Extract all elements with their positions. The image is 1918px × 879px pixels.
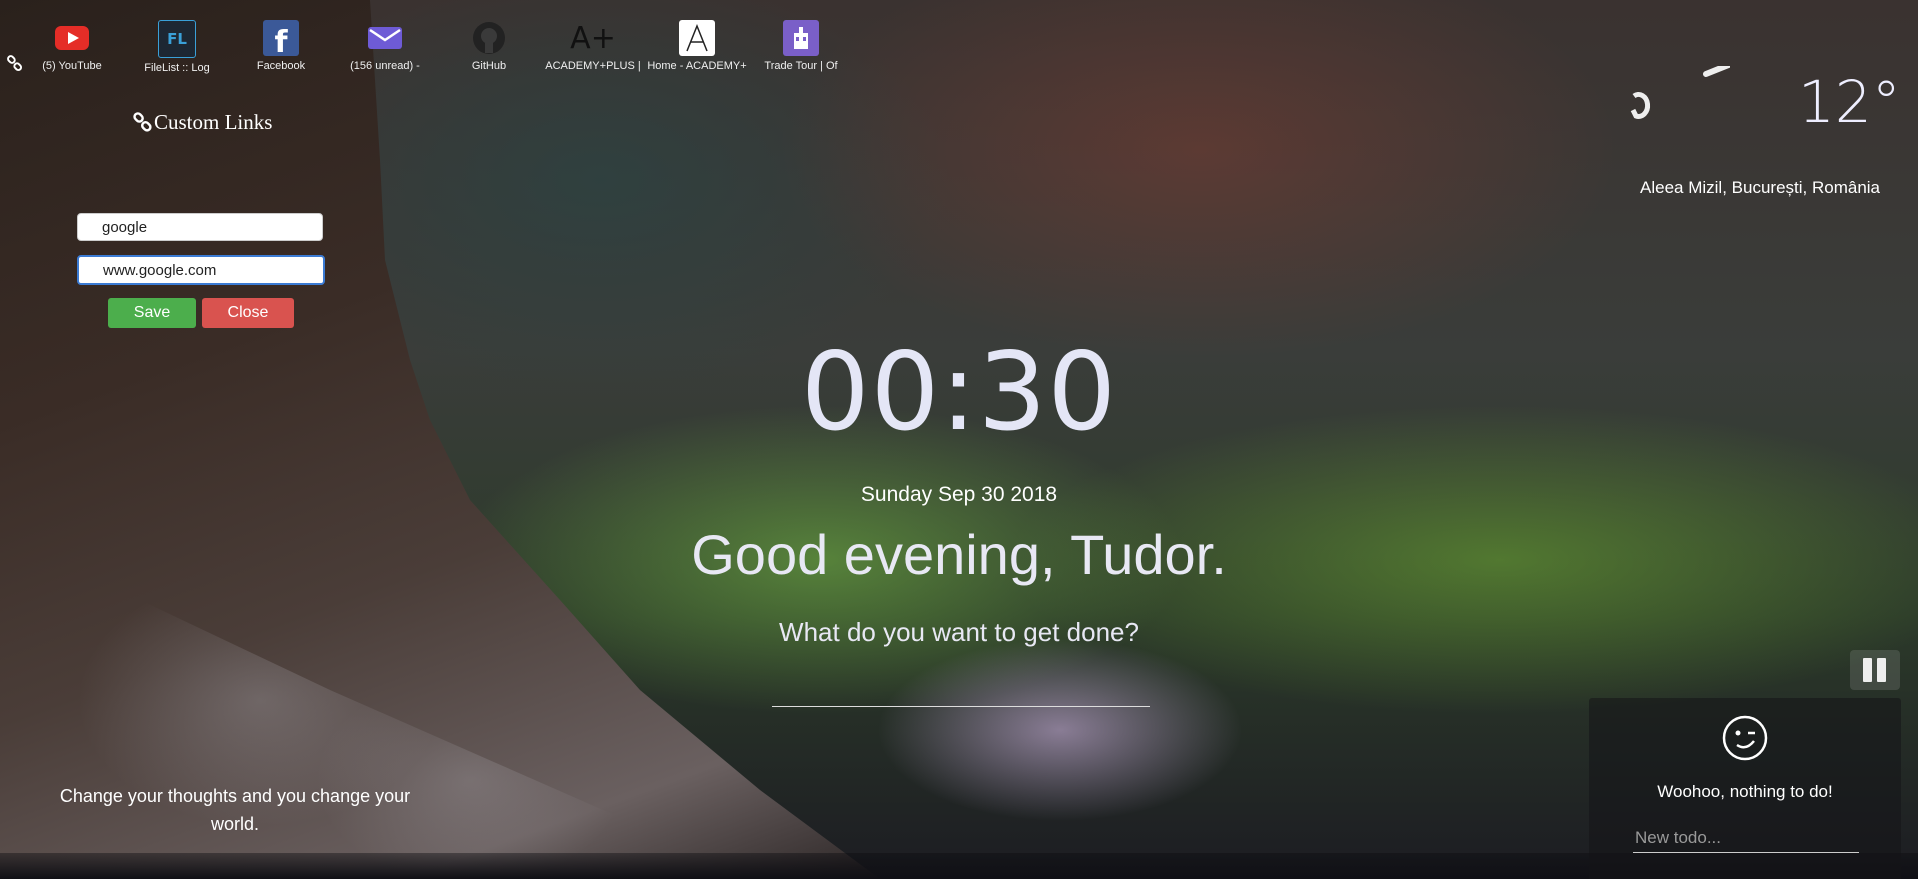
bookmark-label: ACADEMY+PLUS | — [545, 60, 641, 72]
link-url-input[interactable] — [77, 255, 325, 285]
quote: Change your thoughts and you change your… — [59, 786, 411, 834]
bookmark-label: Trade Tour | Of — [764, 60, 838, 72]
facebook-icon: f — [263, 20, 299, 60]
bookmark-facebook[interactable]: f Facebook — [229, 20, 333, 72]
bookmark-youtube[interactable]: (5) YouTube — [20, 20, 124, 72]
bookmark-label: Home - ACADEMY+ — [647, 60, 747, 72]
link-chain-icon — [133, 111, 152, 132]
focus-input[interactable] — [772, 670, 1150, 707]
youtube-icon — [54, 20, 90, 56]
greeting: Good evening, Tudor. — [691, 523, 1227, 586]
bookmark-label: GitHub — [471, 60, 507, 72]
date: Sunday Sep 30 2018 — [860, 483, 1058, 506]
clock: 00:30 — [800, 330, 1118, 455]
academy-plus-icon: A+ — [570, 20, 616, 56]
bookmark-label: (5) YouTube — [42, 60, 102, 72]
custom-links-title-text: Custom Links — [154, 110, 273, 134]
save-button[interactable]: Save — [108, 298, 196, 328]
academy-home-icon — [679, 20, 715, 56]
focus-question: What do you want to get done? — [779, 617, 1139, 647]
bookmark-mail[interactable]: (156 unread) - — [333, 20, 437, 72]
todo-panel: Woohoo, nothing to do! — [1589, 698, 1901, 879]
trade-tour-icon — [783, 20, 819, 56]
close-button[interactable]: Close — [202, 298, 294, 328]
filelist-icon: FL — [158, 20, 196, 58]
bookmark-github[interactable]: GitHub — [437, 20, 541, 72]
pause-icon — [1863, 658, 1886, 682]
link-name-input[interactable] — [77, 213, 323, 241]
bookmark-trade-tour[interactable]: Trade Tour | Of — [749, 20, 853, 72]
wink-face-icon — [1722, 715, 1768, 761]
weather-icon — [1630, 66, 1730, 119]
bookmark-label: (156 unread) - — [350, 60, 420, 72]
weather-location: Aleea Mizil, București, România — [1640, 178, 1880, 197]
mail-icon — [367, 20, 403, 56]
custom-links-title: Custom Links — [132, 110, 272, 135]
bookmark-academy-plus[interactable]: A+ ACADEMY+PLUS | — [541, 20, 645, 73]
temperature: 12° — [1798, 68, 1901, 136]
github-icon — [471, 20, 507, 56]
bookmark-label: FileList :: Log — [144, 62, 210, 74]
new-todo-input[interactable] — [1633, 824, 1859, 853]
bookmark-academy-home[interactable]: Home - ACADEMY+ — [645, 20, 749, 72]
bookmark-label: Facebook — [256, 60, 306, 72]
todo-empty-message: Woohoo, nothing to do! — [1657, 782, 1833, 801]
bookmark-filelist[interactable]: FL FileList :: Log — [125, 20, 229, 74]
pause-button[interactable] — [1850, 650, 1900, 690]
